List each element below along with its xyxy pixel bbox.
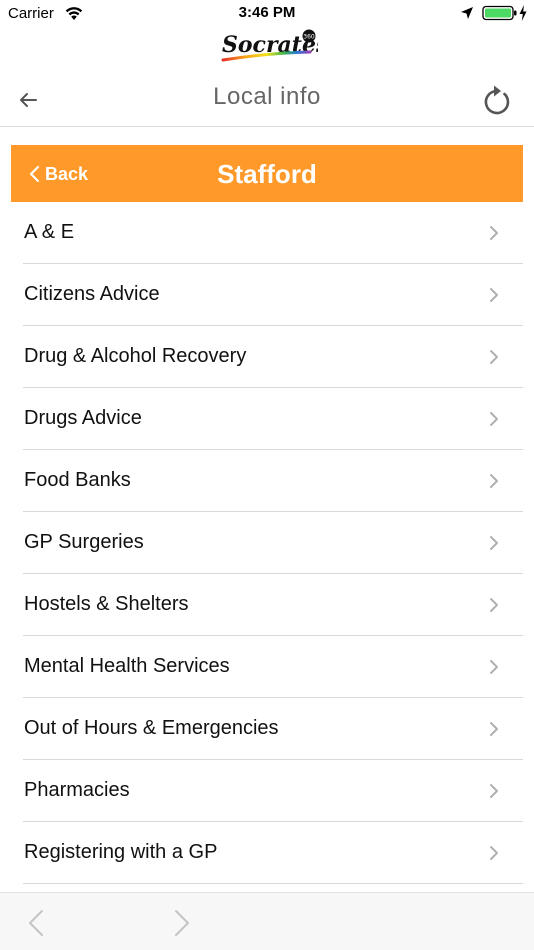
chevron-right-icon <box>490 660 498 674</box>
list-item-a-and-e[interactable]: A & E <box>23 202 523 264</box>
list-item-gp-surgeries[interactable]: GP Surgeries <box>23 512 523 574</box>
chevron-right-icon <box>490 226 498 240</box>
chevron-right-icon <box>490 722 498 736</box>
list-item-label: Out of Hours & Emergencies <box>24 717 279 739</box>
chevron-right-icon <box>490 846 498 860</box>
list-item-label: Hostels & Shelters <box>24 593 189 615</box>
section-header: Back Stafford <box>11 145 523 202</box>
location-arrow-icon <box>461 7 473 19</box>
chevron-right-icon[interactable] <box>172 908 192 938</box>
status-bar: Carrier 3:46 PM <box>0 0 534 28</box>
chevron-left-icon[interactable] <box>26 908 46 938</box>
socrates-logo: Socrates 360 <box>221 29 318 62</box>
chevron-right-icon <box>490 350 498 364</box>
list-item-drug-alcohol-recovery[interactable]: Drug & Alcohol Recovery <box>23 326 523 388</box>
list-item-label: Registering with a GP <box>24 841 218 863</box>
chevron-right-icon <box>490 412 498 426</box>
list-item-label: Drugs Advice <box>24 407 142 429</box>
list-item-label: Citizens Advice <box>24 283 160 305</box>
list-item-hostels-shelters[interactable]: Hostels & Shelters <box>23 574 523 636</box>
chevron-right-icon <box>490 784 498 798</box>
battery-icon <box>482 5 517 21</box>
list-item-label: GP Surgeries <box>24 531 144 553</box>
list-item-food-banks[interactable]: Food Banks <box>23 450 523 512</box>
status-time: 3:46 PM <box>238 4 296 21</box>
browser-toolbar <box>0 892 534 950</box>
chevron-right-icon <box>490 474 498 488</box>
page-title: Local info <box>213 83 321 110</box>
list-item-registering-with-a-gp[interactable]: Registering with a GP <box>23 822 523 884</box>
list-item-label: A & E <box>24 221 75 243</box>
list-item-label: Drug & Alcohol Recovery <box>24 345 247 367</box>
charging-bolt-icon <box>519 5 527 21</box>
svg-text:360: 360 <box>303 34 315 41</box>
list-item-out-of-hours-emergencies[interactable]: Out of Hours & Emergencies <box>23 698 523 760</box>
list-item-citizens-advice[interactable]: Citizens Advice <box>23 264 523 326</box>
list-item-label: Mental Health Services <box>24 655 230 677</box>
refresh-icon[interactable] <box>480 82 512 116</box>
list-item-drugs-advice[interactable]: Drugs Advice <box>23 388 523 450</box>
list-item-pharmacies[interactable]: Pharmacies <box>23 760 523 822</box>
list-item-mental-health-services[interactable]: Mental Health Services <box>23 636 523 698</box>
section-title: Stafford <box>217 159 317 189</box>
list-item-label: Pharmacies <box>24 779 130 801</box>
chevron-right-icon <box>490 288 498 302</box>
chevron-right-icon <box>490 598 498 612</box>
chevron-right-icon <box>490 536 498 550</box>
navigation-bar: Local info <box>0 70 534 127</box>
category-list: A & E Citizens Advice Drug & Alcohol Rec… <box>23 202 523 884</box>
list-item-label: Food Banks <box>24 469 131 491</box>
